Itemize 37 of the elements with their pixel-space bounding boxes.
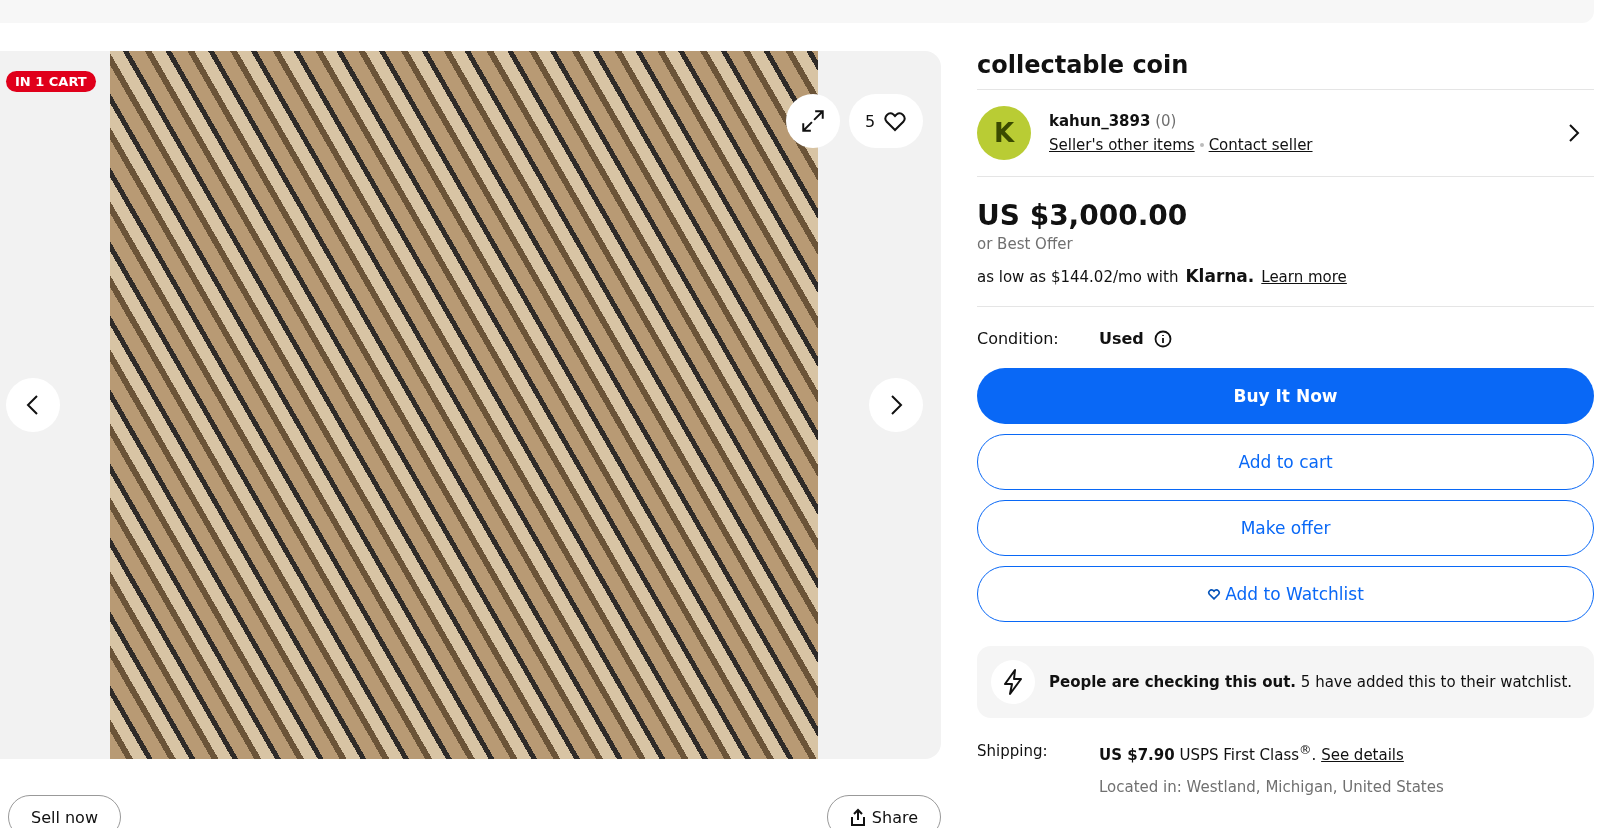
learn-more-link[interactable]: Learn more xyxy=(1261,268,1347,286)
buy-it-now-button[interactable]: Buy It Now xyxy=(977,368,1594,424)
action-button[interactable]: Add to cart xyxy=(977,434,1594,490)
location-text: Located in: Westland, Michigan, United States xyxy=(1099,778,1444,796)
separator-dot xyxy=(1199,143,1204,147)
heart-icon xyxy=(883,110,908,132)
expand-icon xyxy=(800,108,826,134)
watchlist-button[interactable]: Add to Watchlist xyxy=(977,566,1594,622)
seller-avatar: K xyxy=(977,106,1031,160)
expand-button[interactable] xyxy=(786,94,840,148)
condition-label: Condition: xyxy=(977,329,1060,348)
shipping-label: Shipping: xyxy=(977,742,1049,762)
shipping-cost: US $7.90 USPS First Class$^{®}$. xyxy=(1099,746,1317,764)
chevron-right-icon xyxy=(889,394,903,416)
notice-text: People are checking this out. 5 have added this to their watchlist. xyxy=(1049,673,1573,691)
contact-seller-link[interactable]: Contact seller xyxy=(1208,136,1313,154)
watch-count-button[interactable]: 5 xyxy=(849,94,923,148)
seller-items-link[interactable]: Seller's other items xyxy=(1049,136,1195,154)
price: US $3,000.00 xyxy=(977,199,1189,232)
action-button[interactable]: Make offer xyxy=(977,500,1594,556)
see-details-link[interactable]: See details xyxy=(1321,746,1404,764)
sell-now-button[interactable]: Sell now xyxy=(8,795,121,828)
in-cart-badge: IN 1 CART xyxy=(6,71,96,92)
feedback-count: (0) xyxy=(1155,112,1177,130)
seller-name: kahun_3893 xyxy=(1049,112,1151,130)
financing-text: as low as $144.02/mo with xyxy=(977,268,1179,286)
heart-icon xyxy=(1207,588,1222,600)
chevron-left-icon xyxy=(26,394,40,416)
klarna-logo: Klarna. xyxy=(1185,266,1255,286)
item-title: collectable coin xyxy=(977,51,1594,90)
best-offer-text: or Best Offer xyxy=(977,235,1074,253)
lightning-icon xyxy=(991,660,1035,704)
info-icon[interactable] xyxy=(1153,329,1172,348)
condition-value: Used xyxy=(1099,329,1144,348)
chevron-right-icon[interactable] xyxy=(1568,123,1580,143)
share-icon xyxy=(849,808,866,826)
share-button[interactable]: Share xyxy=(826,795,941,828)
